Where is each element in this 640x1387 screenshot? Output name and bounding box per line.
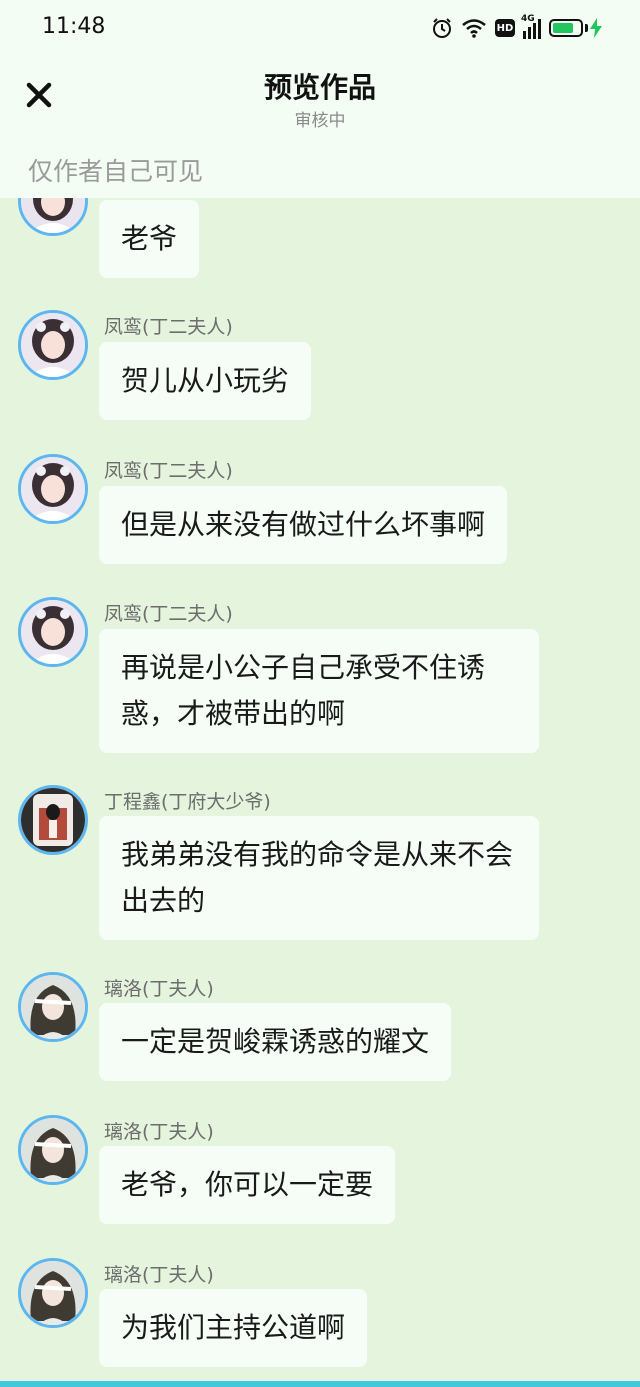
message-text: 老爷，你可以一定要 [121,1168,374,1201]
sender-name: 凤鸾(丁二夫人) [104,460,233,482]
message-bubble[interactable]: 老爷，你可以一定要 [99,1146,396,1224]
signal-icon: 4G [521,14,541,39]
message-bubble[interactable]: 一定是贺峻霖诱惑的耀文 [99,1003,452,1081]
avatar[interactable] [18,198,88,236]
message-text: 老爷 [121,222,178,255]
message-text: 为我们主持公道啊 [121,1311,346,1344]
avatar[interactable] [18,454,88,524]
sender-name: 凤鸾(丁二夫人) [104,603,233,625]
page-title: 预览作品 [263,71,376,104]
status-icons: HD 4G [431,14,602,41]
message-text: 一定是贺峻霖诱惑的耀文 [121,1025,430,1058]
sender-name: 璃洛(丁夫人) [104,1121,214,1143]
message-bubble[interactable]: 但是从来没有做过什么坏事啊 [99,486,508,564]
status-bar: 11:48 HD 4G [0,0,640,56]
message-text: 但是从来没有做过什么坏事啊 [121,508,486,541]
avatar[interactable] [18,785,88,855]
message-text: 再说是小公子自己承受不住诱惑，才被带出的啊 [121,651,486,730]
charging-icon [590,18,602,38]
review-status: 审核中 [294,111,346,131]
bottom-accent-bar [0,1381,640,1387]
alarm-icon [433,18,451,38]
message-bubble[interactable]: 再说是小公子自己承受不住诱惑，才被带出的啊 [99,629,539,753]
sender-name: 凤鸾(丁二夫人) [104,316,233,338]
status-time: 11:48 [42,14,106,39]
message-bubble[interactable]: 为我们主持公道啊 [99,1289,368,1367]
avatar[interactable] [18,1115,88,1185]
battery-icon [549,18,602,38]
message-bubble[interactable]: 我弟弟没有我的命令是从来不会出去的 [99,816,539,940]
chat-list[interactable]: 老爷 凤鸾(丁二夫人) 贺儿从小玩劣 凤鸾(丁二夫人) 但是从来没有做过什么坏事… [0,198,640,1381]
avatar[interactable] [18,1258,88,1328]
sender-name: 丁程鑫(丁府大少爷) [104,791,271,813]
network-type-label: 4G [521,14,535,24]
avatar[interactable] [18,310,88,380]
avatar[interactable] [18,972,88,1042]
header-area: 11:48 HD 4G 预览作品 审核中 仅作者自己可见 [0,0,640,198]
sender-name: 璃洛(丁夫人) [104,978,214,1000]
sender-name: 璃洛(丁夫人) [104,1264,214,1286]
visibility-note: 仅作者自己可见 [28,157,204,186]
avatar[interactable] [18,597,88,667]
message-text: 我弟弟没有我的命令是从来不会出去的 [121,838,514,917]
message-bubble[interactable]: 老爷 [99,200,200,278]
message-bubble[interactable]: 贺儿从小玩劣 [99,342,312,420]
hd-icon: HD [495,19,515,37]
wifi-icon [462,19,486,38]
message-text: 贺儿从小玩劣 [121,364,290,397]
